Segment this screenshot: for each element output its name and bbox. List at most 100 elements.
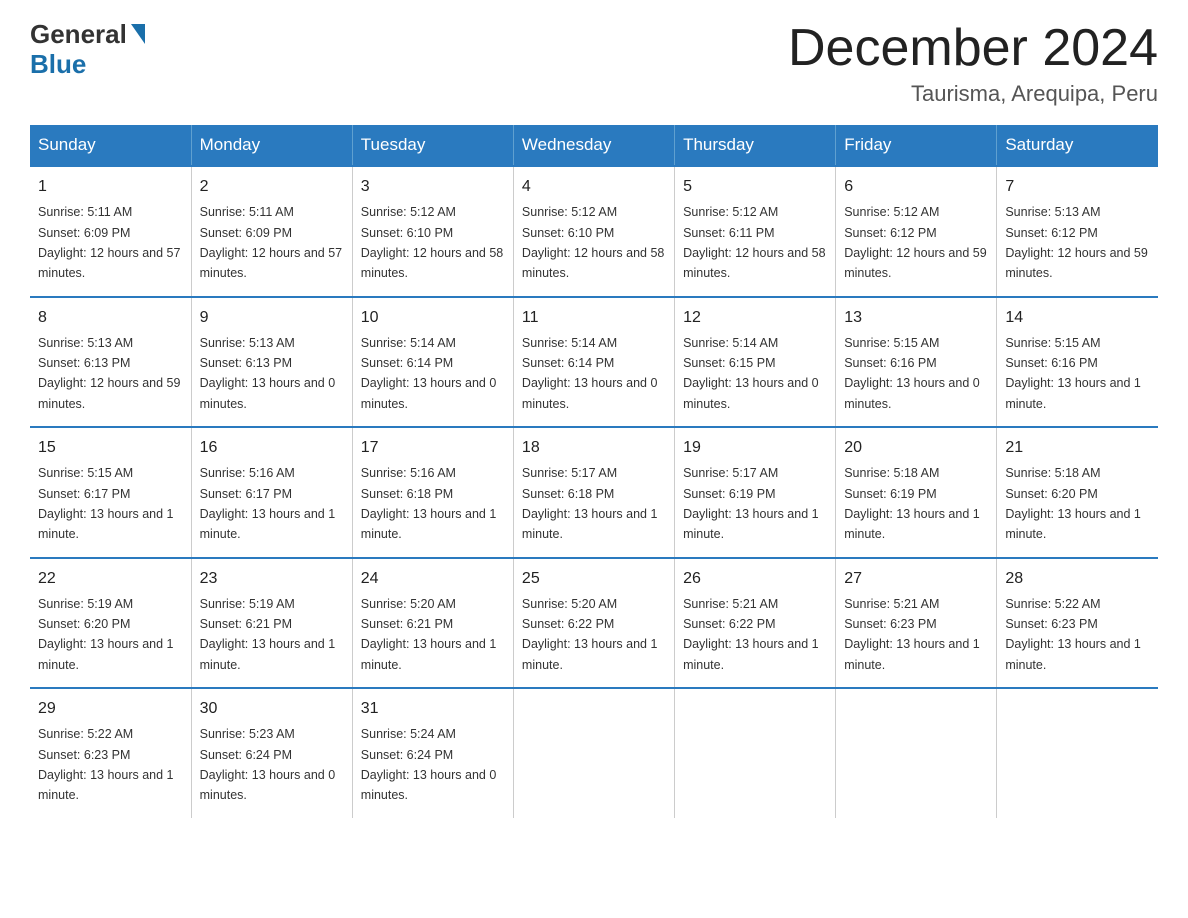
day-cell: 8 Sunrise: 5:13 AMSunset: 6:13 PMDayligh… [30,297,191,428]
day-info: Sunrise: 5:16 AMSunset: 6:17 PMDaylight:… [200,466,336,541]
day-cell: 22 Sunrise: 5:19 AMSunset: 6:20 PMDaylig… [30,558,191,689]
day-number: 18 [522,436,666,460]
day-number: 3 [361,175,505,199]
day-cell: 27 Sunrise: 5:21 AMSunset: 6:23 PMDaylig… [836,558,997,689]
month-title: December 2024 [788,20,1158,77]
day-number: 10 [361,306,505,330]
day-cell: 2 Sunrise: 5:11 AMSunset: 6:09 PMDayligh… [191,166,352,297]
location-title: Taurisma, Arequipa, Peru [788,81,1158,107]
logo-blue-text: Blue [30,49,86,80]
day-number: 17 [361,436,505,460]
day-number: 5 [683,175,827,199]
week-row-3: 15 Sunrise: 5:15 AMSunset: 6:17 PMDaylig… [30,427,1158,558]
day-info: Sunrise: 5:18 AMSunset: 6:19 PMDaylight:… [844,466,980,541]
day-cell: 11 Sunrise: 5:14 AMSunset: 6:14 PMDaylig… [513,297,674,428]
logo-general: General [30,20,145,49]
day-number: 25 [522,567,666,591]
day-cell: 28 Sunrise: 5:22 AMSunset: 6:23 PMDaylig… [997,558,1158,689]
day-cell [675,688,836,818]
day-cell [513,688,674,818]
day-info: Sunrise: 5:18 AMSunset: 6:20 PMDaylight:… [1005,466,1141,541]
week-row-1: 1 Sunrise: 5:11 AMSunset: 6:09 PMDayligh… [30,166,1158,297]
day-info: Sunrise: 5:24 AMSunset: 6:24 PMDaylight:… [361,727,497,802]
day-number: 11 [522,306,666,330]
day-cell: 26 Sunrise: 5:21 AMSunset: 6:22 PMDaylig… [675,558,836,689]
header-tuesday: Tuesday [352,125,513,166]
week-row-2: 8 Sunrise: 5:13 AMSunset: 6:13 PMDayligh… [30,297,1158,428]
day-number: 15 [38,436,183,460]
day-number: 19 [683,436,827,460]
day-cell: 21 Sunrise: 5:18 AMSunset: 6:20 PMDaylig… [997,427,1158,558]
day-info: Sunrise: 5:12 AMSunset: 6:10 PMDaylight:… [361,205,503,280]
day-number: 23 [200,567,344,591]
day-number: 22 [38,567,183,591]
day-cell: 29 Sunrise: 5:22 AMSunset: 6:23 PMDaylig… [30,688,191,818]
day-number: 4 [522,175,666,199]
day-cell: 30 Sunrise: 5:23 AMSunset: 6:24 PMDaylig… [191,688,352,818]
day-info: Sunrise: 5:12 AMSunset: 6:11 PMDaylight:… [683,205,825,280]
day-cell: 13 Sunrise: 5:15 AMSunset: 6:16 PMDaylig… [836,297,997,428]
day-number: 28 [1005,567,1150,591]
day-info: Sunrise: 5:19 AMSunset: 6:21 PMDaylight:… [200,597,336,672]
day-cell: 20 Sunrise: 5:18 AMSunset: 6:19 PMDaylig… [836,427,997,558]
day-info: Sunrise: 5:15 AMSunset: 6:17 PMDaylight:… [38,466,174,541]
day-number: 6 [844,175,988,199]
day-number: 24 [361,567,505,591]
day-info: Sunrise: 5:14 AMSunset: 6:14 PMDaylight:… [522,336,658,411]
header-friday: Friday [836,125,997,166]
day-number: 2 [200,175,344,199]
day-info: Sunrise: 5:14 AMSunset: 6:15 PMDaylight:… [683,336,819,411]
calendar-header-row: SundayMondayTuesdayWednesdayThursdayFrid… [30,125,1158,166]
day-cell: 17 Sunrise: 5:16 AMSunset: 6:18 PMDaylig… [352,427,513,558]
logo-triangle-icon [131,24,145,44]
day-cell: 4 Sunrise: 5:12 AMSunset: 6:10 PMDayligh… [513,166,674,297]
day-cell: 19 Sunrise: 5:17 AMSunset: 6:19 PMDaylig… [675,427,836,558]
day-number: 7 [1005,175,1150,199]
day-number: 27 [844,567,988,591]
day-info: Sunrise: 5:21 AMSunset: 6:23 PMDaylight:… [844,597,980,672]
header-monday: Monday [191,125,352,166]
day-cell: 5 Sunrise: 5:12 AMSunset: 6:11 PMDayligh… [675,166,836,297]
day-cell [836,688,997,818]
day-cell: 25 Sunrise: 5:20 AMSunset: 6:22 PMDaylig… [513,558,674,689]
day-number: 26 [683,567,827,591]
day-info: Sunrise: 5:17 AMSunset: 6:19 PMDaylight:… [683,466,819,541]
logo-general-text: General [30,20,127,49]
week-row-5: 29 Sunrise: 5:22 AMSunset: 6:23 PMDaylig… [30,688,1158,818]
calendar-table: SundayMondayTuesdayWednesdayThursdayFrid… [30,125,1158,818]
day-cell: 1 Sunrise: 5:11 AMSunset: 6:09 PMDayligh… [30,166,191,297]
day-info: Sunrise: 5:21 AMSunset: 6:22 PMDaylight:… [683,597,819,672]
logo: General Blue [30,20,145,80]
day-cell: 16 Sunrise: 5:16 AMSunset: 6:17 PMDaylig… [191,427,352,558]
day-number: 30 [200,697,344,721]
day-number: 29 [38,697,183,721]
day-info: Sunrise: 5:14 AMSunset: 6:14 PMDaylight:… [361,336,497,411]
header-saturday: Saturday [997,125,1158,166]
day-info: Sunrise: 5:20 AMSunset: 6:22 PMDaylight:… [522,597,658,672]
day-cell: 14 Sunrise: 5:15 AMSunset: 6:16 PMDaylig… [997,297,1158,428]
day-cell: 18 Sunrise: 5:17 AMSunset: 6:18 PMDaylig… [513,427,674,558]
day-info: Sunrise: 5:23 AMSunset: 6:24 PMDaylight:… [200,727,336,802]
day-cell: 3 Sunrise: 5:12 AMSunset: 6:10 PMDayligh… [352,166,513,297]
day-info: Sunrise: 5:22 AMSunset: 6:23 PMDaylight:… [1005,597,1141,672]
week-row-4: 22 Sunrise: 5:19 AMSunset: 6:20 PMDaylig… [30,558,1158,689]
day-cell: 31 Sunrise: 5:24 AMSunset: 6:24 PMDaylig… [352,688,513,818]
day-cell: 7 Sunrise: 5:13 AMSunset: 6:12 PMDayligh… [997,166,1158,297]
title-area: December 2024 Taurisma, Arequipa, Peru [788,20,1158,107]
day-info: Sunrise: 5:12 AMSunset: 6:12 PMDaylight:… [844,205,986,280]
day-info: Sunrise: 5:13 AMSunset: 6:12 PMDaylight:… [1005,205,1147,280]
day-cell: 6 Sunrise: 5:12 AMSunset: 6:12 PMDayligh… [836,166,997,297]
day-info: Sunrise: 5:22 AMSunset: 6:23 PMDaylight:… [38,727,174,802]
day-cell: 9 Sunrise: 5:13 AMSunset: 6:13 PMDayligh… [191,297,352,428]
day-info: Sunrise: 5:13 AMSunset: 6:13 PMDaylight:… [38,336,180,411]
day-number: 12 [683,306,827,330]
day-cell [997,688,1158,818]
day-cell: 10 Sunrise: 5:14 AMSunset: 6:14 PMDaylig… [352,297,513,428]
day-info: Sunrise: 5:15 AMSunset: 6:16 PMDaylight:… [844,336,980,411]
header-sunday: Sunday [30,125,191,166]
day-cell: 15 Sunrise: 5:15 AMSunset: 6:17 PMDaylig… [30,427,191,558]
day-number: 9 [200,306,344,330]
day-number: 1 [38,175,183,199]
day-info: Sunrise: 5:12 AMSunset: 6:10 PMDaylight:… [522,205,664,280]
day-info: Sunrise: 5:13 AMSunset: 6:13 PMDaylight:… [200,336,336,411]
